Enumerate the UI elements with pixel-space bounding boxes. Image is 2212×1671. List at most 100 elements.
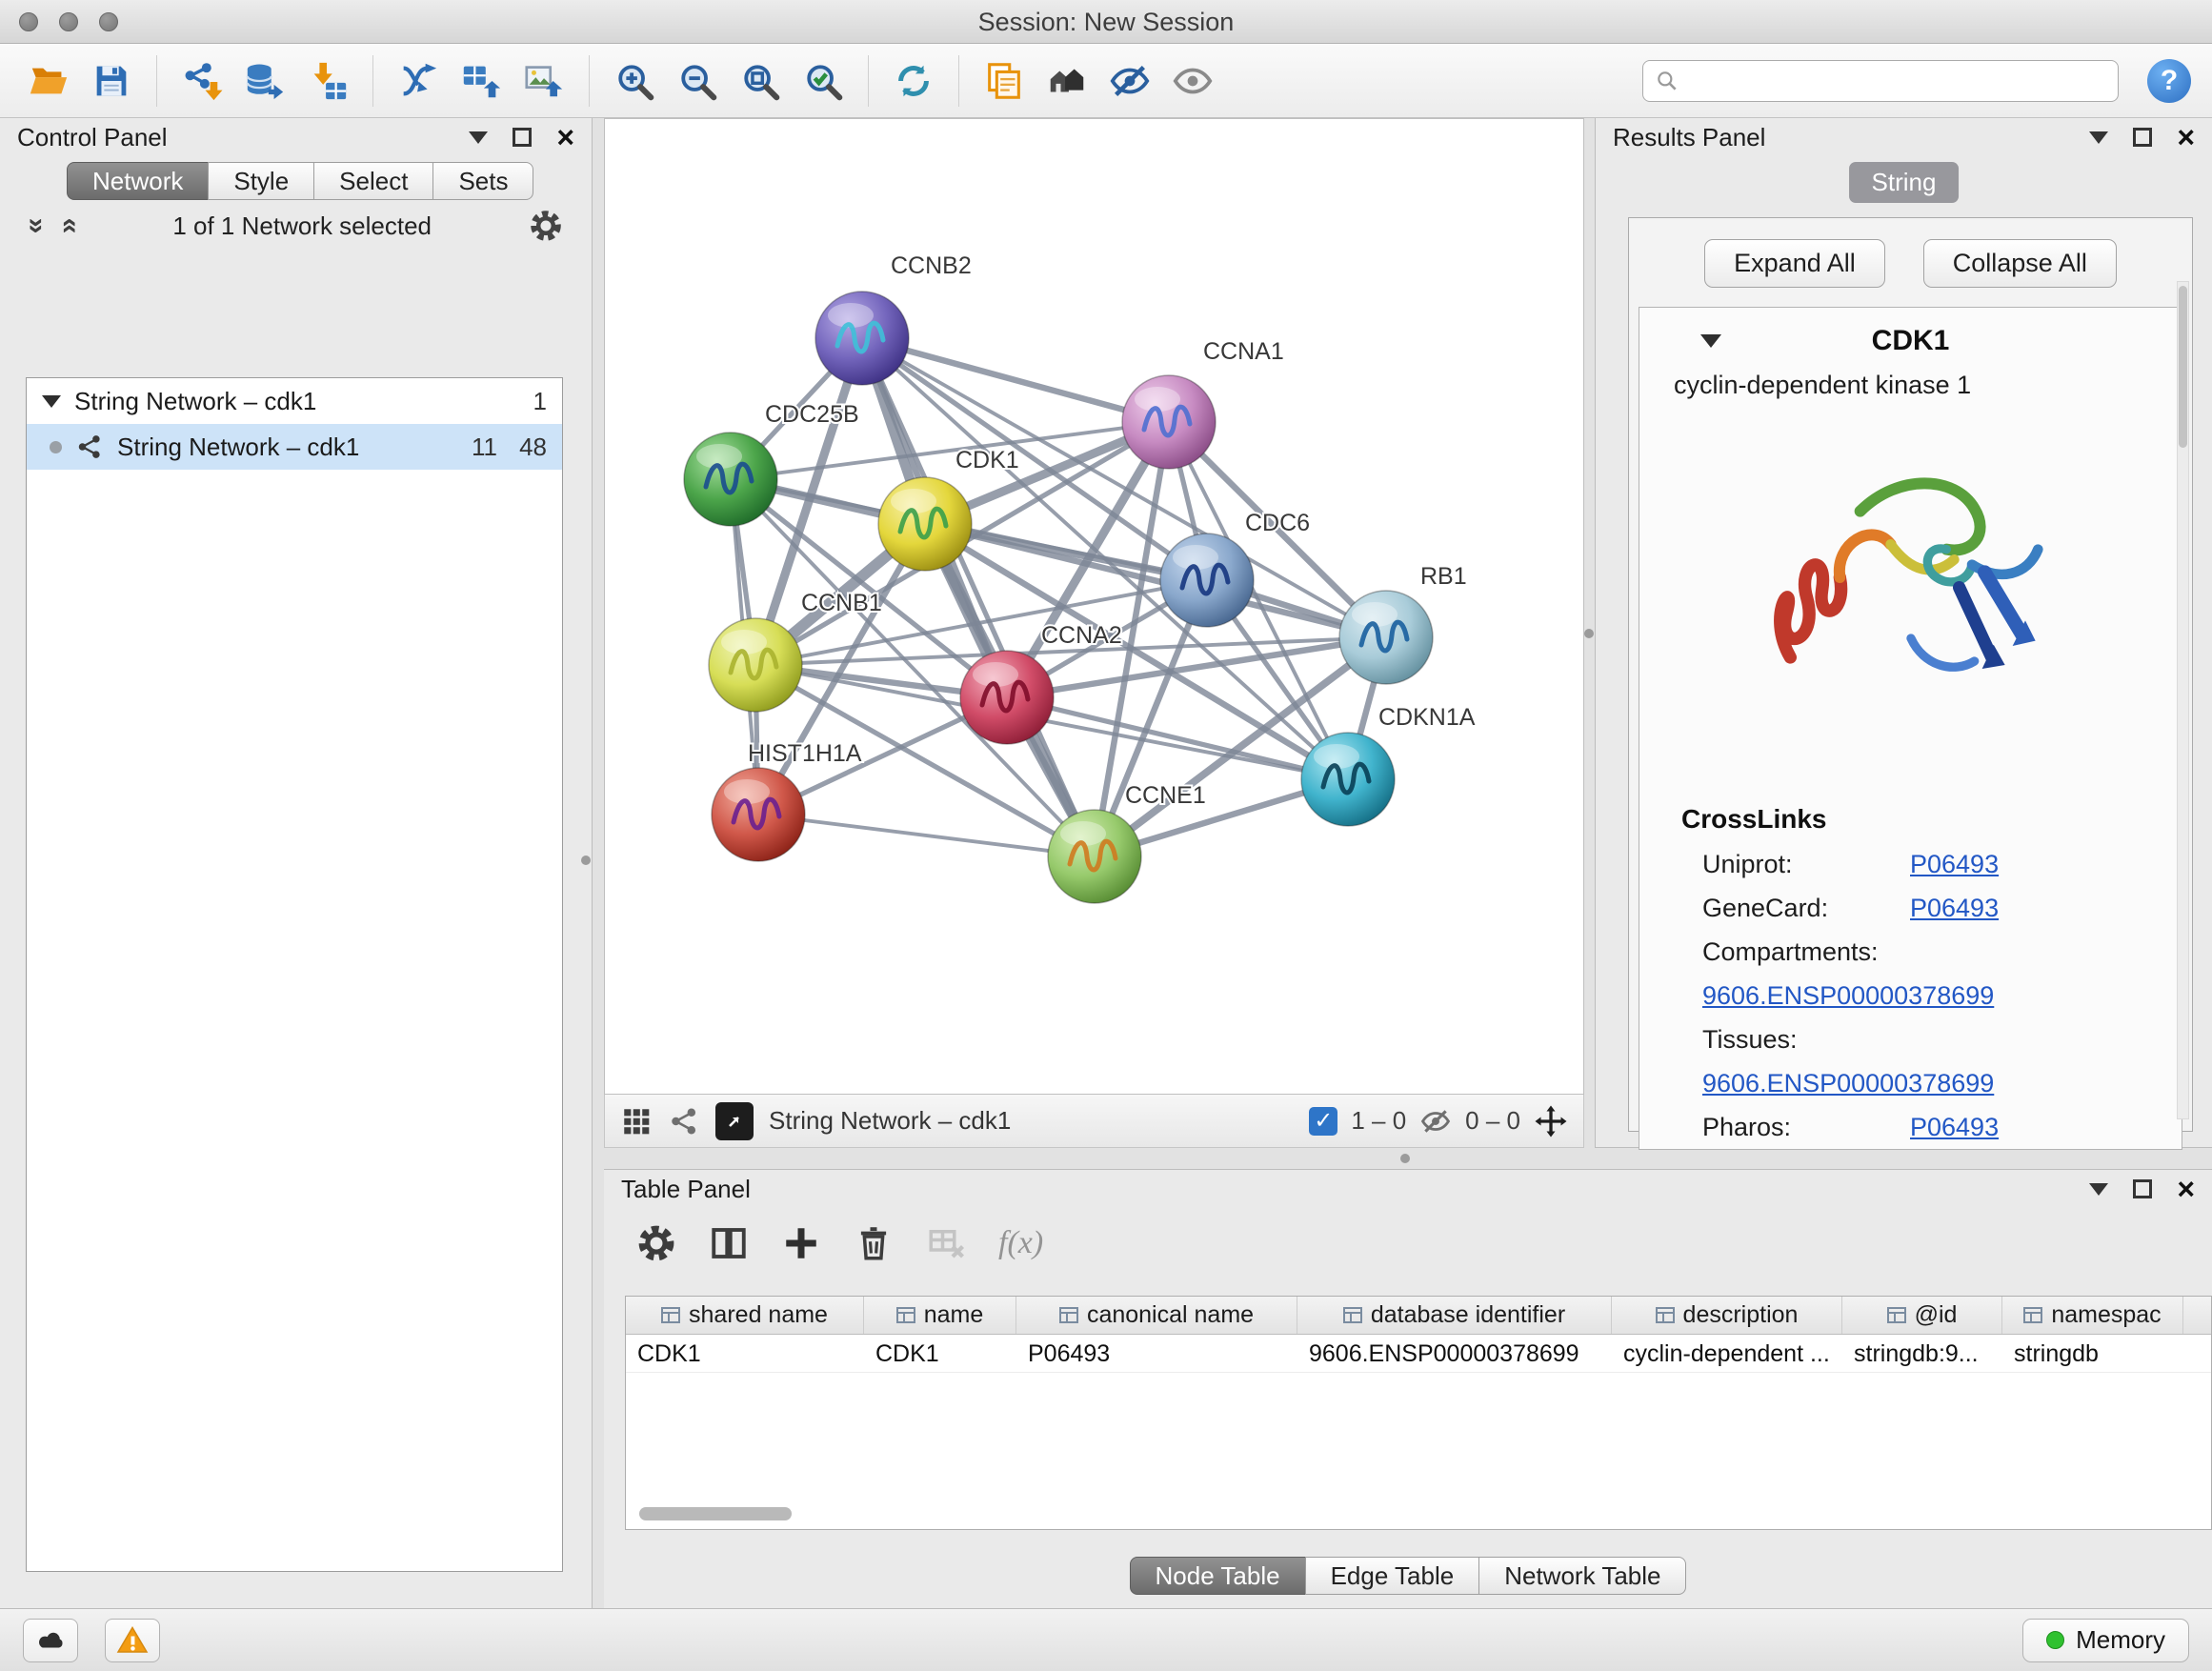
zoom-in-button[interactable]: [607, 53, 662, 109]
column-header-description[interactable]: description: [1612, 1297, 1842, 1334]
table-cell[interactable]: P06493: [1016, 1335, 1297, 1372]
column-header-id[interactable]: @id: [1842, 1297, 2002, 1334]
network-graph[interactable]: CCNB2CCNA1CDC25BCDK1CDC6RB1CCNB1CCNA2CDK…: [605, 119, 1583, 1094]
horizontal-scrollbar[interactable]: [639, 1507, 792, 1520]
bottom-splitter-handle[interactable]: [1400, 1154, 1410, 1163]
save-session-button[interactable]: [84, 53, 139, 109]
panel-menu-icon[interactable]: [2089, 131, 2108, 144]
pan-crosshair-icon[interactable]: [1534, 1104, 1568, 1138]
node-HIST1H1A[interactable]: HIST1H1A: [712, 740, 862, 861]
crosslink-value-link[interactable]: P06493: [1910, 894, 1999, 922]
column-header-shared-name[interactable]: shared name: [626, 1297, 864, 1334]
column-header-namespac[interactable]: namespac: [2002, 1297, 2183, 1334]
minimize-window-button[interactable]: [59, 12, 78, 31]
network-collection-row[interactable]: String Network – cdk1 1: [27, 378, 562, 424]
export-image-button[interactable]: [516, 53, 572, 109]
expand-all-button[interactable]: Expand All: [1704, 239, 1885, 288]
add-column-icon[interactable]: [781, 1223, 821, 1263]
table-options-gear-icon[interactable]: [636, 1223, 676, 1263]
column-header-name[interactable]: name: [864, 1297, 1016, 1334]
export-network-button[interactable]: [391, 53, 446, 109]
crosslink-value-link[interactable]: P06493: [1910, 1113, 1999, 1141]
zoom-selected-button[interactable]: [795, 53, 851, 109]
show-all-button[interactable]: [1165, 53, 1220, 109]
tab-network-table[interactable]: Network Table: [1478, 1557, 1686, 1595]
table-cell[interactable]: cyclin-dependent ...: [1612, 1335, 1842, 1372]
network-view-icon[interactable]: [668, 1105, 700, 1137]
float-panel-icon[interactable]: [2133, 128, 2152, 147]
tab-sets[interactable]: Sets: [432, 162, 533, 200]
table-cell[interactable]: CDK1: [864, 1335, 1016, 1372]
network-canvas[interactable]: CCNB2CCNA1CDC25BCDK1CDC6RB1CCNB1CCNA2CDK…: [604, 118, 1584, 1095]
hidden-eye-slash-icon[interactable]: [1419, 1105, 1452, 1137]
table-cell[interactable]: 9606.ENSP00000378699: [1297, 1335, 1612, 1372]
collection-expand-icon[interactable]: [42, 395, 61, 408]
table-cell[interactable]: stringdb:9...: [1842, 1335, 2002, 1372]
refresh-view-button[interactable]: [886, 53, 941, 109]
crosslink-value-link[interactable]: P06493: [1910, 850, 1999, 878]
right-splitter-handle[interactable]: [1584, 629, 1594, 638]
hide-selected-button[interactable]: [1102, 53, 1157, 109]
float-panel-icon[interactable]: [2133, 1179, 2152, 1198]
export-table-button[interactable]: [453, 53, 509, 109]
tab-select[interactable]: Select: [313, 162, 433, 200]
node-CDK1[interactable]: CDK1: [878, 447, 1019, 571]
crosslink-value-link[interactable]: 9606.ENSP00000378699: [1702, 981, 1994, 1010]
node-CCNB1[interactable]: CCNB1: [709, 590, 882, 712]
tab-string[interactable]: String: [1849, 162, 1960, 203]
collapse-protein-icon[interactable]: [1700, 334, 1721, 348]
panel-menu-icon[interactable]: [469, 131, 488, 144]
function-builder-button[interactable]: f(x): [998, 1225, 1043, 1261]
zoom-fit-button[interactable]: [733, 53, 788, 109]
delete-column-icon[interactable]: [854, 1223, 894, 1263]
left-splitter-handle[interactable]: [581, 856, 591, 865]
network-options-gear-icon[interactable]: [529, 209, 563, 243]
tab-network[interactable]: Network: [67, 162, 209, 200]
column-header-canonical-name[interactable]: canonical name: [1016, 1297, 1297, 1334]
selected-nodes-checkbox-icon[interactable]: ✓: [1309, 1107, 1337, 1136]
node-CDKN1A[interactable]: CDKN1A: [1301, 704, 1476, 826]
close-panel-icon[interactable]: ×: [2177, 1179, 2195, 1198]
first-neighbors-button[interactable]: [1039, 53, 1095, 109]
import-network-file-button[interactable]: [174, 53, 230, 109]
close-window-button[interactable]: [19, 12, 38, 31]
node-RB1[interactable]: RB1: [1339, 563, 1467, 684]
tab-edge-table[interactable]: Edge Table: [1305, 1557, 1480, 1595]
cloud-icon: [33, 1623, 68, 1658]
table-cell[interactable]: CDK1: [626, 1335, 864, 1372]
close-panel-icon[interactable]: ×: [2177, 128, 2195, 147]
memory-button[interactable]: Memory: [2022, 1619, 2189, 1662]
import-network-database-button[interactable]: [237, 53, 292, 109]
results-scrollbar[interactable]: [2177, 281, 2189, 1119]
table-row[interactable]: CDK1CDK1P064939606.ENSP00000378699cyclin…: [626, 1335, 2211, 1373]
cloud-status-button[interactable]: [23, 1619, 78, 1662]
node-CCNB2[interactable]: CCNB2: [815, 252, 972, 385]
zoom-window-button[interactable]: [99, 12, 118, 31]
tab-node-table[interactable]: Node Table: [1130, 1557, 1306, 1595]
close-panel-icon[interactable]: ×: [556, 128, 574, 147]
birds-eye-view-button[interactable]: [715, 1102, 754, 1140]
zoom-out-button[interactable]: [670, 53, 725, 109]
grid-view-icon[interactable]: [620, 1105, 653, 1137]
expand-all-networks-icon[interactable]: »: [51, 218, 84, 234]
node-CDC6[interactable]: CDC6: [1160, 510, 1310, 627]
node-CCNA1[interactable]: CCNA1: [1122, 338, 1284, 469]
table-cell[interactable]: stringdb: [2002, 1335, 2183, 1372]
edge-HIST1H1A-CCNE1[interactable]: [758, 815, 1095, 856]
show-columns-icon[interactable]: [709, 1223, 749, 1263]
node-CDC25B[interactable]: CDC25B: [684, 401, 859, 526]
crosslink-value-link[interactable]: 9606.ENSP00000378699: [1702, 1069, 1994, 1097]
tab-style[interactable]: Style: [208, 162, 314, 200]
search-input[interactable]: [1689, 66, 2106, 95]
open-session-button[interactable]: [21, 53, 76, 109]
panel-menu-icon[interactable]: [2089, 1183, 2108, 1196]
column-header-database-identifier[interactable]: database identifier: [1297, 1297, 1612, 1334]
help-button[interactable]: ?: [2147, 59, 2191, 103]
collapse-all-networks-icon[interactable]: »: [20, 218, 52, 234]
network-list-item[interactable]: String Network – cdk1 11 48: [27, 424, 562, 470]
import-table-file-button[interactable]: [300, 53, 355, 109]
collapse-all-button[interactable]: Collapse All: [1923, 239, 2117, 288]
float-panel-icon[interactable]: [513, 128, 532, 147]
clone-network-button[interactable]: [976, 53, 1032, 109]
warnings-button[interactable]: [105, 1619, 160, 1662]
